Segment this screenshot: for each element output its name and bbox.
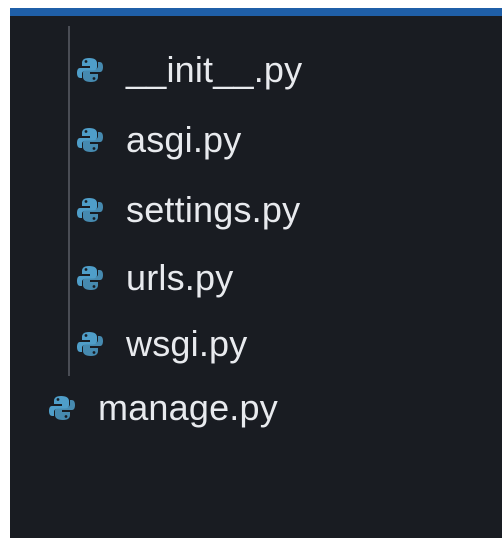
file-name: urls.py [126, 257, 234, 298]
file-name: manage.py [98, 387, 278, 428]
file-name: wsgi.py [126, 323, 248, 364]
python-file-icon [48, 394, 76, 422]
file-item-wsgi[interactable]: wsgi.py [76, 314, 247, 374]
file-item-asgi[interactable]: asgi.py [76, 110, 241, 170]
file-item-manage[interactable]: manage.py [48, 378, 278, 438]
python-file-icon [76, 330, 104, 358]
panel-header-bar [10, 8, 502, 16]
file-name: settings.py [126, 189, 301, 230]
python-file-icon [76, 196, 104, 224]
file-explorer: __init__.py asgi.py settings.py urls.py … [10, 8, 502, 538]
indent-guide [68, 26, 70, 376]
python-file-icon [76, 264, 104, 292]
file-item-settings[interactable]: settings.py [76, 180, 300, 240]
file-item-urls[interactable]: urls.py [76, 248, 233, 308]
file-item-init[interactable]: __init__.py [76, 40, 302, 100]
file-name: asgi.py [126, 119, 242, 160]
file-name: __init__.py [126, 49, 303, 90]
python-file-icon [76, 56, 104, 84]
python-file-icon [76, 126, 104, 154]
